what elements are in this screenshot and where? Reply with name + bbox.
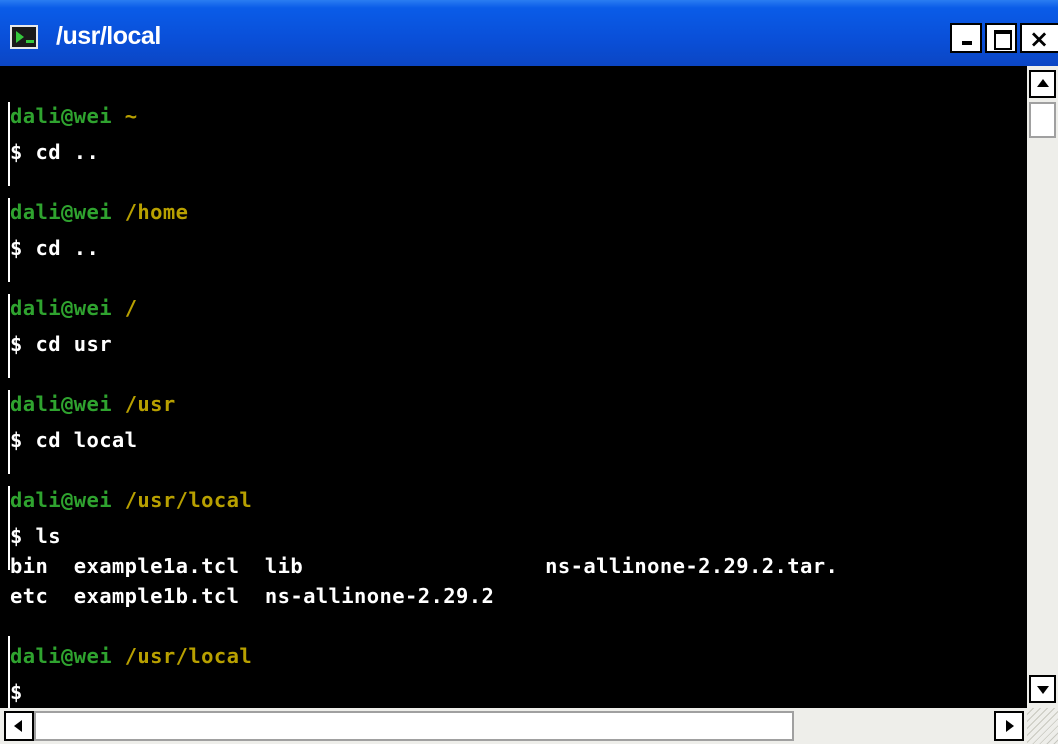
horizontal-scroll-thumb[interactable] [34, 711, 794, 741]
prompt-path: /home [124, 200, 189, 224]
prompt-path: ~ [124, 104, 138, 128]
cursor-glyph [26, 40, 34, 43]
scroll-up-button[interactable] [1029, 70, 1056, 98]
scroll-left-button[interactable] [4, 711, 34, 741]
prompt-line: dali@wei /usr [10, 390, 176, 418]
prompt-path: /usr [124, 392, 176, 416]
prompt-line: dali@wei /usr/local [10, 486, 252, 514]
scroll-down-button[interactable] [1029, 675, 1056, 703]
prompt-path: /usr/local [124, 644, 253, 668]
prompt-line: dali@wei /home [10, 198, 188, 226]
prompt-line: dali@wei /usr/local [10, 642, 252, 670]
prompt-glyph [16, 31, 24, 43]
resize-grip[interactable] [1027, 708, 1058, 744]
prompt-user: dali@wei [10, 200, 112, 224]
minimize-button[interactable] [950, 23, 982, 53]
terminal-window: /usr/local × dali@wei ~ $ cd .. dali@wei… [0, 0, 1058, 744]
command-line: $ cd usr [10, 332, 112, 356]
ls-output-line: bin example1a.tcl lib ns-allinone-2.29.2… [10, 554, 839, 578]
prompt-user: dali@wei [10, 296, 112, 320]
arrow-left-icon [14, 720, 22, 732]
maximize-button[interactable] [985, 23, 1017, 53]
prompt-user: dali@wei [10, 392, 112, 416]
title-bar[interactable]: /usr/local × [0, 0, 1058, 66]
command-line: $ cd .. [10, 140, 100, 164]
prompt-user: dali@wei [10, 104, 112, 128]
ls-output-line: etc example1b.tcl ns-allinone-2.29.2 [10, 584, 495, 608]
command-line: $ cd local [10, 428, 138, 452]
terminal-icon[interactable] [10, 25, 38, 49]
prompt-line: dali@wei / [10, 294, 137, 322]
arrow-down-icon [1037, 686, 1049, 694]
terminal-output[interactable]: dali@wei ~ $ cd .. dali@wei /home $ cd .… [0, 66, 1027, 708]
vertical-scrollbar[interactable] [1027, 66, 1058, 708]
window-title: /usr/local [56, 22, 161, 50]
close-button[interactable]: × [1020, 23, 1058, 53]
vertical-scroll-thumb[interactable] [1029, 102, 1056, 138]
close-icon: × [1029, 25, 1050, 53]
arrow-right-icon [1006, 720, 1014, 732]
command-line: $ [10, 680, 23, 704]
prompt-user: dali@wei [10, 488, 112, 512]
command-line: $ cd .. [10, 236, 100, 260]
arrow-up-icon [1037, 79, 1049, 87]
prompt-path: /usr/local [124, 488, 253, 512]
prompt-user: dali@wei [10, 644, 112, 668]
horizontal-scrollbar[interactable] [0, 708, 1027, 744]
prompt-line: dali@wei ~ [10, 102, 137, 130]
scroll-right-button[interactable] [994, 711, 1024, 741]
command-line: $ ls [10, 524, 61, 548]
prompt-path: / [124, 296, 138, 320]
